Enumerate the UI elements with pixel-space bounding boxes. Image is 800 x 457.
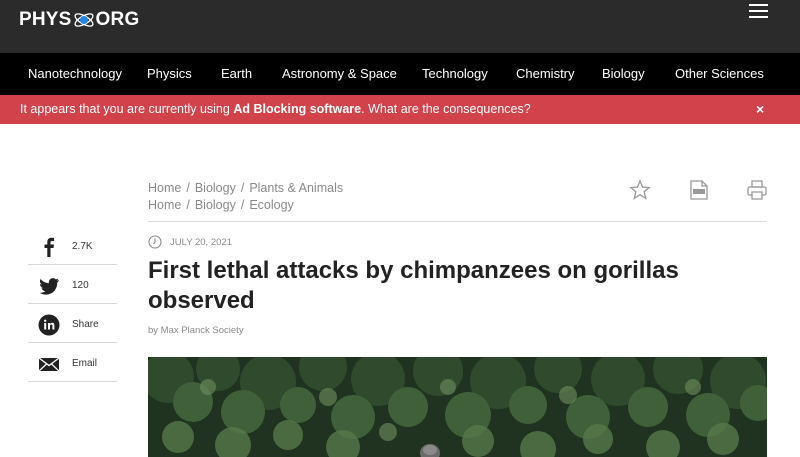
adblock-message: It appears that you are currently using … xyxy=(20,102,531,116)
breadcrumb-separator: / xyxy=(240,198,245,212)
print-icon[interactable] xyxy=(746,179,768,201)
header-divider xyxy=(148,221,767,222)
twitter-share-count: 120 xyxy=(72,280,89,291)
article-byline[interactable]: by Max Planck Society xyxy=(148,325,244,336)
site-header: PHYS ORG xyxy=(0,0,800,53)
article-date-text: JULY 20, 2021 xyxy=(170,236,232,248)
breadcrumb-ecology[interactable]: Ecology xyxy=(249,198,293,212)
share-facebook-button[interactable]: 2.7K xyxy=(28,227,117,265)
breadcrumb-separator: / xyxy=(240,181,245,195)
breadcrumb-home[interactable]: Home xyxy=(148,198,181,212)
nav-item-biology[interactable]: Biology xyxy=(602,66,645,81)
forest-canopy-image xyxy=(148,357,767,457)
category-nav: Nanotechnology Physics Earth Astronomy &… xyxy=(0,53,800,95)
breadcrumb: Home / Biology / Ecology xyxy=(148,198,294,212)
pdf-icon[interactable] xyxy=(688,179,710,201)
breadcrumb-separator: / xyxy=(186,198,190,212)
nav-item-physics[interactable]: Physics xyxy=(147,66,192,81)
site-logo[interactable]: PHYS ORG xyxy=(19,7,139,33)
globe-icon xyxy=(74,13,94,27)
breadcrumb: Home / Biology / Plants & Animals xyxy=(148,181,343,195)
breadcrumb-biology[interactable]: Biology xyxy=(195,198,236,212)
twitter-icon xyxy=(39,278,59,295)
nav-item-chemistry[interactable]: Chemistry xyxy=(516,66,575,81)
share-email-button[interactable]: Email xyxy=(28,344,117,382)
star-icon[interactable] xyxy=(629,179,651,201)
adblock-notice: It appears that you are currently using … xyxy=(0,95,800,124)
clock-icon xyxy=(148,235,162,249)
adblock-link[interactable]: Ad Blocking software xyxy=(233,102,361,116)
nav-item-nanotechnology[interactable]: Nanotechnology xyxy=(28,66,122,81)
breadcrumb-biology[interactable]: Biology xyxy=(195,181,236,195)
facebook-icon xyxy=(44,237,54,257)
breadcrumb-separator: / xyxy=(186,181,190,195)
facebook-share-count: 2.7K xyxy=(72,241,93,252)
breadcrumb-home[interactable]: Home xyxy=(148,181,181,195)
nav-item-other-sciences[interactable]: Other Sciences xyxy=(675,66,764,81)
nav-item-technology[interactable]: Technology xyxy=(422,66,488,81)
adblock-close-button[interactable]: × xyxy=(756,101,764,117)
breadcrumb-plants-animals[interactable]: Plants & Animals xyxy=(249,181,343,195)
article-date: JULY 20, 2021 xyxy=(148,235,232,249)
article-image xyxy=(148,357,767,457)
email-share-label: Email xyxy=(72,358,98,369)
linkedin-share-label: Share xyxy=(72,319,99,330)
logo-text-org: ORG xyxy=(95,9,140,30)
email-icon xyxy=(38,357,60,372)
hamburger-menu-icon[interactable] xyxy=(749,4,768,18)
share-linkedin-button[interactable]: Share xyxy=(28,305,117,343)
article-title: First lethal attacks by chimpanzees on g… xyxy=(148,257,679,314)
nav-item-earth[interactable]: Earth xyxy=(221,66,252,81)
logo-text-phys: PHYS xyxy=(19,9,72,30)
adblock-prefix: It appears that you are currently using xyxy=(20,102,230,116)
share-twitter-button[interactable]: 120 xyxy=(28,266,117,304)
adblock-consequences-link[interactable]: . What are the consequences? xyxy=(361,102,531,116)
linkedin-icon xyxy=(38,314,60,336)
nav-item-astronomy-space[interactable]: Astronomy & Space xyxy=(282,66,397,81)
